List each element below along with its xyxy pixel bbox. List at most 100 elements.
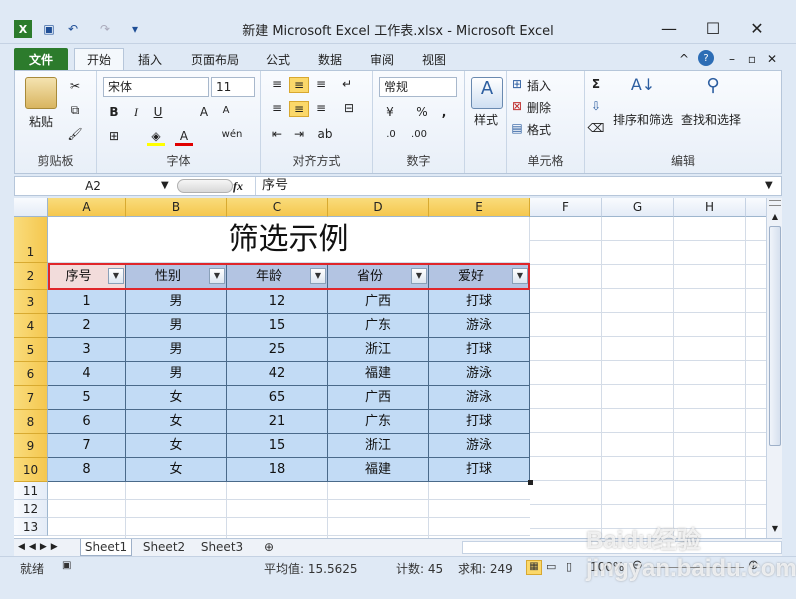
row-header-2[interactable]: 2: [14, 263, 48, 290]
column-header-e[interactable]: E: [429, 198, 530, 217]
tab-review[interactable]: 审阅: [360, 48, 404, 70]
italic-button[interactable]: I: [127, 105, 145, 120]
sheet-nav-icon[interactable]: ◀◀▶▶: [18, 540, 78, 555]
minimize-button[interactable]: —: [654, 14, 684, 42]
new-sheet-icon[interactable]: ⊕: [254, 539, 284, 556]
font-size-combo[interactable]: 11: [211, 77, 255, 97]
table-cell[interactable]: 广东: [328, 314, 429, 338]
table-cell[interactable]: 游泳: [429, 362, 530, 386]
row-header-8[interactable]: 8: [14, 410, 48, 434]
fill-handle[interactable]: [528, 480, 533, 485]
page-break-view-icon[interactable]: ▯: [566, 560, 572, 573]
number-format-combo[interactable]: 常规: [379, 77, 457, 97]
table-cell[interactable]: 6: [48, 410, 126, 434]
row-header-7[interactable]: 7: [14, 386, 48, 410]
select-all-corner[interactable]: [14, 198, 48, 217]
font-name-combo[interactable]: 宋体: [103, 77, 209, 97]
underline-button[interactable]: U: [149, 105, 167, 119]
font-color-button[interactable]: A: [175, 129, 193, 146]
align-center-icon[interactable]: ≡: [289, 101, 309, 117]
table-cell[interactable]: 女: [126, 386, 227, 410]
help-icon[interactable]: ?: [698, 50, 714, 66]
row-header-5[interactable]: 5: [14, 338, 48, 362]
page-layout-view-icon[interactable]: ▭: [546, 560, 556, 573]
tab-file[interactable]: 文件: [14, 48, 68, 70]
empty-cells[interactable]: [530, 217, 766, 538]
sheet-title-cell[interactable]: 筛选示例: [48, 217, 530, 263]
column-header-h[interactable]: H: [674, 198, 746, 217]
table-cell[interactable]: 打球: [429, 410, 530, 434]
worksheet-grid[interactable]: A B C D E F G H 1 2 3 4 5 6 7 8 9 10 11 …: [14, 198, 766, 538]
column-header-d[interactable]: D: [328, 198, 429, 217]
find-select-button[interactable]: 查找和选择: [679, 111, 743, 128]
align-right-icon[interactable]: ≡: [311, 101, 331, 115]
formula-splitter[interactable]: [177, 179, 233, 193]
sheet-tab-1[interactable]: Sheet1: [80, 539, 132, 556]
currency-icon[interactable]: ¥: [379, 105, 401, 119]
table-cell[interactable]: 42: [227, 362, 328, 386]
column-header-b[interactable]: B: [126, 198, 227, 217]
fill-icon[interactable]: ⇩: [587, 99, 605, 113]
delete-cells-icon[interactable]: ⊠: [509, 99, 525, 113]
tab-formulas[interactable]: 公式: [256, 48, 300, 70]
vertical-scrollbar[interactable]: ▲ ▼: [766, 198, 782, 538]
border-icon[interactable]: ⊞: [105, 129, 123, 143]
table-cell[interactable]: 男: [126, 338, 227, 362]
table-cell[interactable]: 男: [126, 290, 227, 314]
autosum-button[interactable]: Σ: [587, 77, 605, 91]
orientation-icon[interactable]: ab: [315, 127, 335, 141]
table-cell[interactable]: 男: [126, 362, 227, 386]
sheet-tab-3[interactable]: Sheet3: [196, 539, 248, 556]
phonetic-button[interactable]: wén: [217, 129, 247, 140]
table-cell[interactable]: 游泳: [429, 386, 530, 410]
expand-formula-icon[interactable]: ▼: [765, 177, 781, 195]
row-header-12[interactable]: 12: [14, 500, 48, 518]
delete-cells-button[interactable]: 删除: [527, 99, 569, 116]
copy-icon[interactable]: ⧉: [65, 103, 85, 118]
align-top-icon[interactable]: ≡: [267, 77, 287, 91]
table-cell[interactable]: 8: [48, 458, 126, 482]
paste-icon[interactable]: [25, 77, 57, 109]
scroll-thumb[interactable]: [769, 226, 781, 446]
cut-icon[interactable]: ✂: [65, 79, 85, 93]
row-header-9[interactable]: 9: [14, 434, 48, 458]
table-cell[interactable]: 广东: [328, 410, 429, 434]
row-header-1[interactable]: 1: [14, 217, 48, 263]
tab-data[interactable]: 数据: [308, 48, 352, 70]
table-cell[interactable]: 福建: [328, 362, 429, 386]
increase-indent-icon[interactable]: ⇥: [289, 127, 309, 141]
styles-icon[interactable]: A: [471, 77, 503, 109]
table-cell[interactable]: 21: [227, 410, 328, 434]
sheet-tab-2[interactable]: Sheet2: [138, 539, 190, 556]
tab-page-layout[interactable]: 页面布局: [180, 48, 250, 70]
name-box-dropdown-icon[interactable]: ▼: [161, 177, 175, 195]
increase-decimal-icon[interactable]: .0: [379, 129, 403, 140]
maximize-button[interactable]: ☐: [698, 14, 728, 42]
shrink-font-button[interactable]: A: [217, 105, 235, 116]
decrease-decimal-icon[interactable]: .00: [407, 129, 431, 140]
table-cell[interactable]: 25: [227, 338, 328, 362]
table-cell[interactable]: 15: [227, 314, 328, 338]
doc-minimize-icon[interactable]: –: [724, 48, 740, 70]
normal-view-icon[interactable]: ▦: [526, 560, 542, 575]
insert-cells-button[interactable]: 插入: [527, 77, 569, 94]
table-cell[interactable]: 1: [48, 290, 126, 314]
percent-button[interactable]: %: [413, 105, 431, 119]
close-button[interactable]: ✕: [742, 14, 772, 42]
row-header-4[interactable]: 4: [14, 314, 48, 338]
insert-cells-icon[interactable]: ⊞: [509, 77, 525, 91]
tab-home[interactable]: 开始: [74, 48, 124, 70]
table-cell[interactable]: 7: [48, 434, 126, 458]
find-select-icon[interactable]: ⚲: [697, 75, 729, 107]
column-header-g[interactable]: G: [602, 198, 674, 217]
row-header-11[interactable]: 11: [14, 482, 48, 500]
table-cell[interactable]: 女: [126, 410, 227, 434]
clear-icon[interactable]: ⌫: [587, 121, 605, 135]
merge-center-icon[interactable]: ⊟: [337, 101, 361, 115]
table-cell[interactable]: 3: [48, 338, 126, 362]
doc-close-icon[interactable]: ✕: [764, 48, 780, 70]
column-header-f[interactable]: F: [530, 198, 602, 217]
table-cell[interactable]: 15: [227, 434, 328, 458]
bold-button[interactable]: B: [105, 105, 123, 119]
macro-record-icon[interactable]: ▣: [62, 560, 71, 571]
